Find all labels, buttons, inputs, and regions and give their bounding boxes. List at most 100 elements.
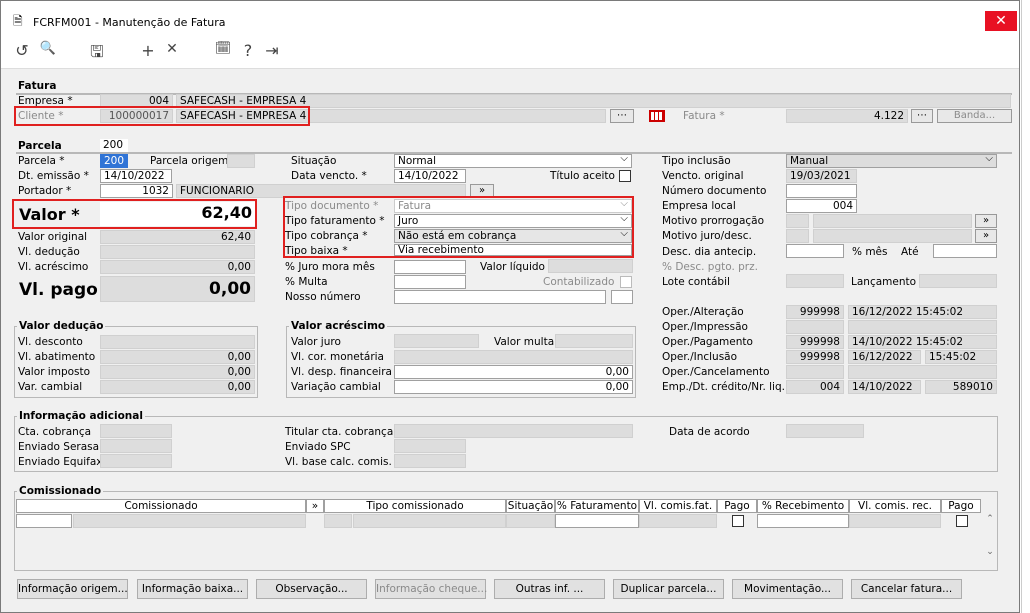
comis-row-vl-fat bbox=[639, 514, 717, 528]
fatura-label: Fatura * bbox=[683, 110, 725, 122]
data-vencto-field[interactable]: 14/10/2022 bbox=[394, 169, 466, 183]
vl-desconto-field bbox=[100, 335, 255, 349]
cancelar-fatura-button[interactable]: Cancelar fatura... bbox=[851, 579, 962, 599]
calendar-icon[interactable]: 🗓 bbox=[213, 41, 233, 56]
parcela-origem-field[interactable] bbox=[227, 154, 255, 168]
tipo-inclusao-select[interactable]: Manual bbox=[786, 154, 997, 168]
vencto-original-label: Vencto. original bbox=[662, 170, 744, 182]
juro-mora-field[interactable] bbox=[394, 260, 466, 274]
ate-field[interactable] bbox=[933, 244, 997, 258]
search-icon[interactable]: 🔍 bbox=[38, 41, 58, 56]
valor-juro-label: Valor juro bbox=[291, 336, 341, 348]
col-more[interactable]: » bbox=[306, 499, 324, 513]
cliente-search-button[interactable]: ⋯ bbox=[610, 109, 634, 123]
delete-icon[interactable]: ✕ bbox=[162, 41, 182, 57]
desp-financeira-field[interactable]: 0,00 bbox=[394, 365, 633, 379]
juro-mora-label: % Juro mora mês bbox=[285, 261, 375, 273]
close-button[interactable]: ✕ bbox=[985, 11, 1017, 31]
banda-button[interactable]: Banda... bbox=[937, 109, 1012, 123]
portador-label: Portador * bbox=[18, 185, 72, 197]
situacao-label: Situação bbox=[291, 155, 337, 167]
variacao-cambial-field[interactable]: 0,00 bbox=[394, 380, 633, 394]
cliente-highlight bbox=[14, 106, 310, 126]
col-pct-recebimento[interactable]: % Recebimento bbox=[757, 499, 849, 513]
informacao-origem-button[interactable]: Informação origem... bbox=[17, 579, 128, 599]
movimentacao-button[interactable]: Movimentação... bbox=[732, 579, 843, 599]
cta-cobranca-field bbox=[100, 424, 172, 438]
multa-pct-field[interactable] bbox=[394, 275, 466, 289]
comis-row-code[interactable] bbox=[16, 514, 72, 528]
oper-impressao-user bbox=[786, 320, 844, 334]
emp-dt-credito-nr: 589010 bbox=[925, 380, 997, 394]
portador-code-field[interactable]: 1032 bbox=[100, 184, 173, 198]
duplicar-parcela-button[interactable]: Duplicar parcela... bbox=[613, 579, 724, 599]
vl-abatimento-field: 0,00 bbox=[100, 350, 255, 364]
outras-inf-button[interactable]: Outras inf. ... bbox=[494, 579, 605, 599]
col-vl-comis-fat[interactable]: Vl. comis.fat. bbox=[639, 499, 717, 513]
fatura-number-field[interactable]: 4.122 bbox=[786, 109, 908, 123]
parcela-origem-label: Parcela origem bbox=[150, 155, 229, 167]
col-comissionado[interactable]: Comissionado bbox=[16, 499, 306, 513]
valor-original-field: 62,40 bbox=[100, 230, 255, 244]
col-vl-comis-rec[interactable]: Vl. comis. rec. bbox=[849, 499, 941, 513]
empresa-local-field[interactable]: 004 bbox=[786, 199, 857, 213]
exit-icon[interactable]: ⇥ bbox=[262, 41, 282, 60]
comis-row-pago-fat-checkbox[interactable] bbox=[732, 515, 744, 527]
help-icon[interactable]: ? bbox=[238, 41, 258, 60]
tipos-highlight bbox=[283, 196, 634, 258]
comis-scrollbar[interactable]: ⌃ ⌄ bbox=[983, 514, 997, 558]
pct-mes-label: % mês bbox=[852, 246, 888, 258]
motivo-juro-code[interactable] bbox=[786, 229, 809, 243]
cta-cobranca-label: Cta. cobrança bbox=[18, 426, 92, 438]
save-icon[interactable]: 🖫 bbox=[87, 41, 107, 68]
enviado-equifax-field bbox=[100, 454, 172, 468]
nosso-numero-label: Nosso número bbox=[285, 291, 361, 303]
situacao-select[interactable]: Normal bbox=[394, 154, 632, 168]
desc-antecip-field[interactable] bbox=[786, 244, 844, 258]
comis-row-tipo-code[interactable] bbox=[324, 514, 352, 528]
fatura-search-button[interactable]: ⋯ bbox=[911, 109, 933, 123]
comis-row-name bbox=[73, 514, 306, 528]
comis-row-pct-fat[interactable] bbox=[555, 514, 639, 528]
valor-liquido-label: Valor líquido bbox=[480, 261, 545, 273]
lote-contabil-field bbox=[786, 274, 844, 288]
col-pct-faturamento[interactable]: % Faturamento bbox=[555, 499, 639, 513]
motivo-prorrogacao-code[interactable] bbox=[786, 214, 809, 228]
comis-row-pct-rec[interactable] bbox=[757, 514, 849, 528]
nosso-numero-dv-field[interactable] bbox=[611, 290, 633, 304]
desc-antecip-label: Desc. dia antecip. bbox=[662, 246, 757, 258]
valor-deducao-header: Valor dedução bbox=[17, 320, 106, 333]
comis-row-pago-rec-checkbox[interactable] bbox=[956, 515, 968, 527]
data-acordo-field bbox=[786, 424, 864, 438]
lote-contabil-label: Lote contábil bbox=[662, 276, 730, 288]
oper-inclusao-label: Oper./Inclusão bbox=[662, 351, 738, 363]
add-icon[interactable]: + bbox=[138, 41, 158, 60]
col-tipo-comissionado[interactable]: Tipo comissionado bbox=[324, 499, 506, 513]
vl-acrescimo-field: 0,00 bbox=[100, 260, 255, 274]
informacao-baixa-button[interactable]: Informação baixa... bbox=[137, 579, 248, 599]
vl-deducao-field bbox=[100, 245, 255, 259]
dt-emissao-field[interactable]: 14/10/2022 bbox=[100, 169, 172, 183]
fatura-header: Fatura bbox=[18, 80, 57, 92]
enviado-serasa-label: Enviado Serasa bbox=[18, 441, 100, 453]
nosso-numero-field[interactable] bbox=[394, 290, 606, 304]
enviado-equifax-label: Enviado Equifax bbox=[18, 456, 103, 468]
parcela-field[interactable]: 200 bbox=[100, 154, 128, 168]
vl-acrescimo-label: Vl. acréscimo bbox=[18, 261, 89, 273]
col-pago-rec[interactable]: Pago bbox=[941, 499, 981, 513]
undo-icon[interactable]: ↺ bbox=[12, 41, 32, 60]
red-grid-icon[interactable] bbox=[649, 110, 665, 122]
motivo-juro-more[interactable]: » bbox=[975, 229, 997, 243]
col-situacao[interactable]: Situação bbox=[506, 499, 555, 513]
informacao-cheque-button[interactable]: Informação cheque... bbox=[375, 579, 487, 599]
numero-documento-field[interactable] bbox=[786, 184, 857, 198]
col-pago-fat[interactable]: Pago bbox=[717, 499, 757, 513]
observacao-button[interactable]: Observação... bbox=[256, 579, 367, 599]
enviado-spc-field bbox=[394, 439, 466, 453]
data-vencto-label: Data vencto. * bbox=[291, 170, 367, 182]
motivo-prorrogacao-more[interactable]: » bbox=[975, 214, 997, 228]
titulo-aceito-checkbox[interactable] bbox=[619, 170, 631, 182]
vencto-original-field: 19/03/2021 bbox=[786, 169, 857, 183]
emp-dt-credito-emp: 004 bbox=[786, 380, 844, 394]
valor-multa-field bbox=[555, 334, 633, 348]
